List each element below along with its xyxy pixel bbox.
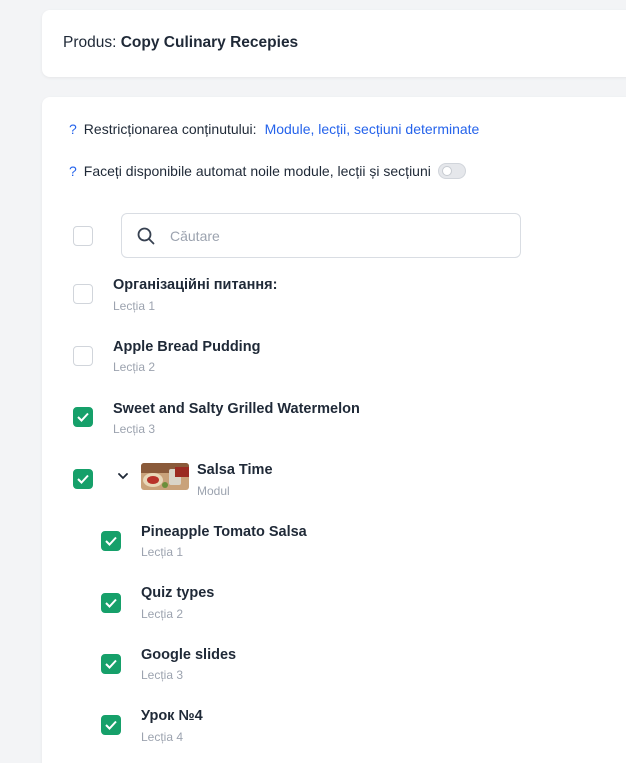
check-icon	[105, 720, 117, 730]
product-card: Produs: Copy Culinary Recepies	[42, 10, 626, 77]
module-title[interactable]: Salsa Time	[197, 462, 273, 478]
lesson-checkbox[interactable]	[101, 593, 121, 613]
lesson-title[interactable]: Урок №4	[141, 708, 203, 724]
lesson-title[interactable]: Pineapple Tomato Salsa	[141, 524, 307, 540]
search-field[interactable]	[121, 213, 521, 258]
lesson-subtitle: Lecția 1	[141, 545, 184, 559]
restriction-label: Restricționarea conținutului:	[83, 121, 257, 137]
module-checkbox[interactable]	[73, 469, 93, 489]
product-name: Copy Culinary Recepies	[120, 34, 299, 51]
auto-available-row: ? Faceți disponibile automat noile modul…	[69, 163, 466, 179]
check-icon	[77, 412, 89, 422]
search-input[interactable]	[170, 224, 500, 248]
lesson-checkbox[interactable]	[101, 531, 121, 551]
check-icon	[105, 659, 117, 669]
item-title[interactable]: Sweet and Salty Grilled Watermelon	[113, 401, 360, 417]
module-subtitle: Modul	[197, 484, 230, 498]
product-line: Produs: Copy Culinary Recepies	[63, 34, 298, 52]
check-icon	[105, 598, 117, 608]
lesson-subtitle: Lecția 2	[141, 607, 184, 621]
item-checkbox[interactable]	[73, 407, 93, 427]
lesson-title[interactable]: Google slides	[141, 647, 236, 663]
item-title[interactable]: Apple Bread Pudding	[113, 339, 260, 355]
item-checkbox[interactable]	[73, 346, 93, 366]
item-checkbox[interactable]	[73, 284, 93, 304]
lesson-title[interactable]: Quiz types	[141, 585, 214, 601]
check-icon	[105, 536, 117, 546]
help-icon[interactable]: ?	[69, 163, 77, 179]
item-subtitle: Lecția 3	[113, 422, 156, 436]
product-label: Produs:	[63, 34, 117, 51]
select-all-checkbox[interactable]	[73, 226, 93, 246]
check-icon	[77, 474, 89, 484]
auto-available-label: Faceți disponibile automat noile module,…	[83, 163, 431, 179]
lesson-checkbox[interactable]	[101, 715, 121, 735]
auto-available-toggle[interactable]	[437, 163, 466, 179]
lesson-subtitle: Lecția 3	[141, 668, 184, 682]
restriction-row: ? Restricționarea conținutului: Module, …	[69, 121, 479, 137]
item-subtitle: Lecția 1	[113, 299, 156, 313]
content-restriction-card: ? Restricționarea conținutului: Module, …	[42, 97, 626, 763]
lesson-checkbox[interactable]	[101, 654, 121, 674]
module-thumbnail	[141, 463, 189, 490]
toggle-knob	[441, 166, 452, 176]
restriction-value-link[interactable]: Module, lecții, secțiuni determinate	[265, 121, 480, 137]
search-icon	[137, 227, 155, 245]
chevron-down-icon[interactable]	[117, 472, 129, 480]
help-icon[interactable]: ?	[69, 121, 77, 137]
item-title[interactable]: Організаційні питання:	[113, 277, 277, 293]
item-subtitle: Lecția 2	[113, 360, 156, 374]
lesson-subtitle: Lecția 4	[141, 730, 184, 744]
